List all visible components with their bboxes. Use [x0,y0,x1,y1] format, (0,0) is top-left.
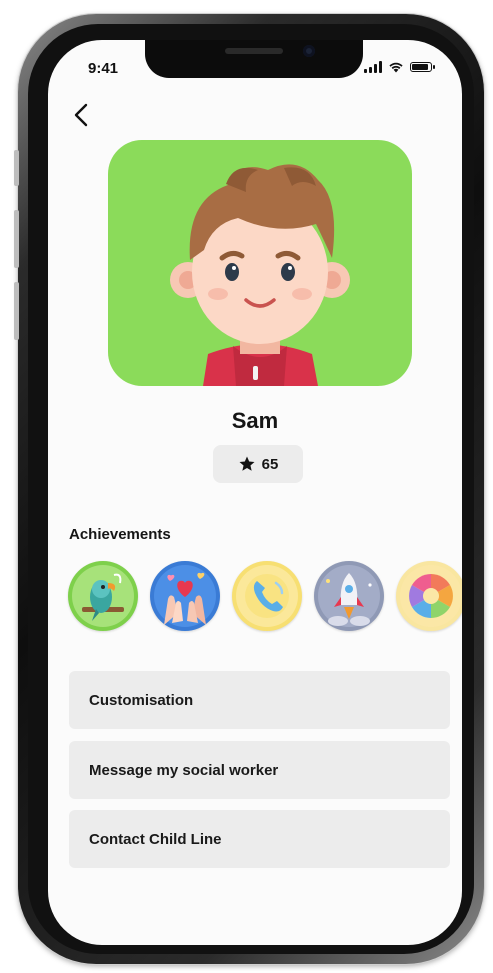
achievement-badge-kindness[interactable] [150,561,220,631]
color-wheel-icon [400,565,462,627]
status-icons [364,61,435,73]
menu-item-label: Customisation [89,691,194,709]
achievements-list [68,561,462,635]
achievements-title: Achievements [69,526,171,543]
phone-volume-down-button [14,282,19,340]
points-value: 65 [261,455,279,473]
battery-icon [410,62,435,72]
points-badge: 65 [213,445,303,483]
star-icon [239,456,255,471]
contact-child-line-button[interactable]: Contact Child Line [69,810,450,868]
phone-side-button [14,150,19,186]
profile-name: Sam [231,408,279,433]
wifi-icon [389,62,403,73]
phone-volume-up-button [14,210,19,268]
signal-icon [364,61,382,73]
menu-item-label: Message my social worker [89,761,279,779]
phone-icon [236,565,298,627]
achievement-badge-parrot[interactable] [68,561,138,631]
avatar [108,140,412,386]
notch [145,40,363,78]
speaker [225,48,283,54]
parrot-icon [72,565,134,627]
chevron-left-icon [74,103,88,127]
hands-heart-icon [154,565,216,627]
message-social-worker-button[interactable]: Message my social worker [69,741,450,799]
back-button[interactable] [66,100,96,130]
boy-avatar-illustration [170,164,350,386]
achievement-badge-phone[interactable] [232,561,302,631]
customisation-button[interactable]: Customisation [69,671,450,729]
achievement-badge-rocket[interactable] [314,561,384,631]
achievement-badge-colors[interactable] [396,561,462,631]
menu-item-label: Contact Child Line [89,830,222,848]
status-time: 9:41 [88,60,119,77]
app-screen: 9:41 Sam 65 Achievements Customisation M… [48,40,462,945]
rocket-icon [318,565,380,627]
camera [303,45,315,57]
